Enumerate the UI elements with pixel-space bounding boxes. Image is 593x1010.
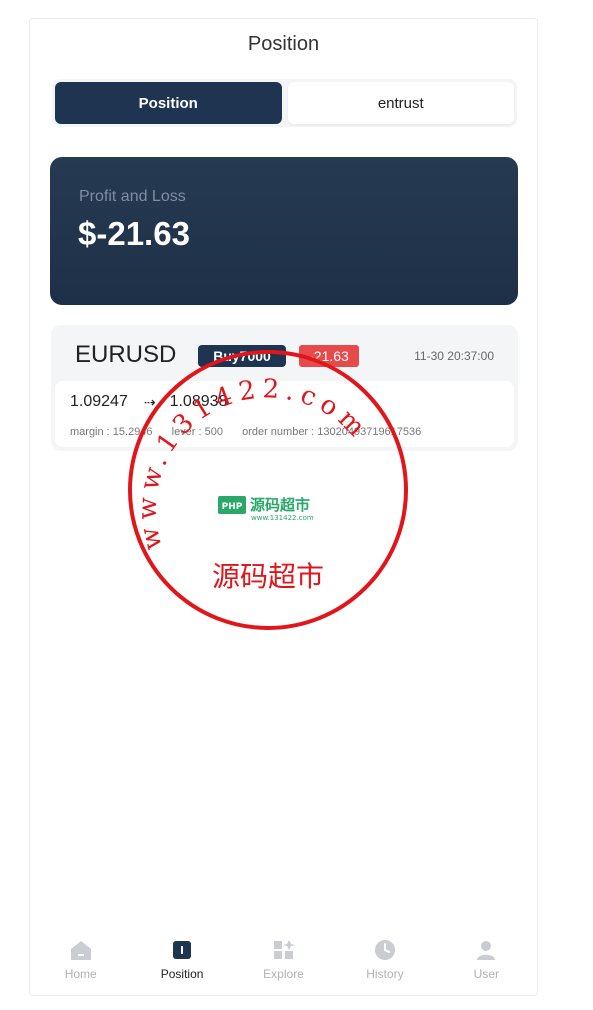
explore-icon [273, 940, 295, 959]
page-title: Position [247, 33, 320, 55]
position-order-card[interactable]: EURUSD Buy7000 -21.63 11-30 20:37:00 1.0… [51, 325, 518, 451]
current-price: 1.08938 [169, 393, 228, 410]
clock-icon [374, 940, 395, 960]
tab-position[interactable]: Position [55, 82, 282, 124]
open-price: 1.09247 [70, 393, 128, 410]
tab-position-label: Position [160, 967, 204, 981]
bottom-tab-bar: Home Position Explore History User [30, 933, 537, 989]
tab-position-nav[interactable]: Position [131, 933, 232, 989]
profit-loss-label: Profit and Loss [79, 188, 186, 205]
phone-frame: Position Position entrust Profit and Los… [29, 18, 538, 996]
profit-loss-card: Profit and Loss $-21.63 [50, 157, 518, 305]
order-side-badge: Buy7000 [198, 345, 286, 367]
arrow-right-icon: ⇢ [143, 393, 156, 410]
position-icon [173, 941, 192, 959]
margin-text: margin : 15.2946 [70, 426, 153, 438]
order-symbol: EURUSD [75, 341, 177, 368]
tab-explore[interactable]: Explore [233, 933, 334, 989]
tab-history-label: History [366, 967, 404, 981]
home-icon [70, 941, 91, 960]
profit-loss-value: $-21.63 [78, 215, 190, 252]
order-number-text: order number : 13020493719617536 [242, 426, 422, 438]
tab-home-label: Home [64, 967, 97, 981]
tab-history[interactable]: History [334, 933, 435, 989]
tab-explore-label: Explore [263, 967, 304, 981]
position-segmented-control: Position entrust [52, 79, 517, 127]
tab-user[interactable]: User [436, 933, 537, 989]
order-time: 11-30 20:37:00 [414, 349, 494, 363]
tab-user-label: User [473, 967, 499, 981]
lever-text: lever : 500 [171, 426, 223, 438]
order-meta-row: margin : 15.2946 lever : 500 order numbe… [70, 426, 437, 438]
order-details: 1.09247 ⇢ 1.08938 margin : 15.2946 lever… [55, 381, 514, 447]
price-row: 1.09247 ⇢ 1.08938 [70, 393, 227, 411]
order-pnl-badge: -21.63 [299, 345, 359, 367]
tab-home[interactable]: Home [30, 933, 131, 989]
user-icon [477, 941, 496, 960]
tab-entrust[interactable]: entrust [287, 82, 514, 124]
